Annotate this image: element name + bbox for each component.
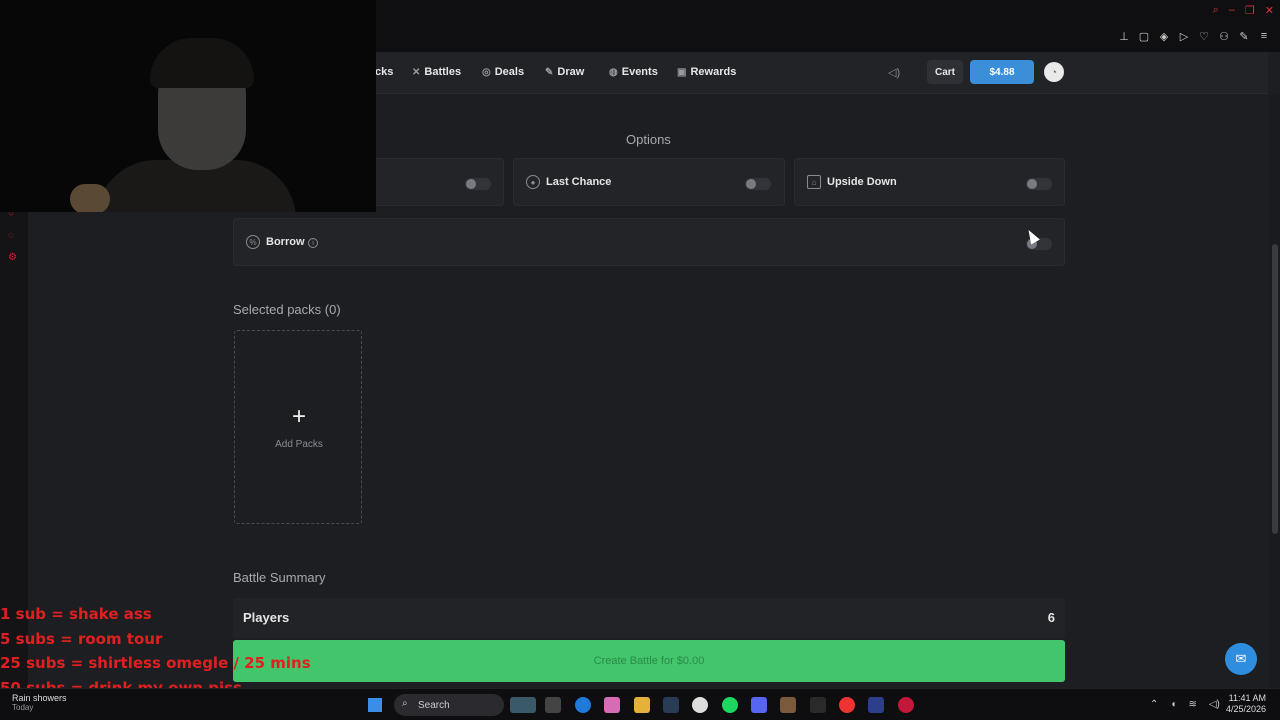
chrome-icon[interactable] (839, 697, 855, 713)
option-card-upside-down: ⌂ Upside Down (794, 158, 1065, 206)
info-icon[interactable]: i (308, 238, 318, 248)
option-card-borrow: % Borrow i (233, 218, 1065, 266)
opera-gx-icon[interactable] (898, 697, 914, 713)
shield-icon[interactable]: ◈ (1158, 30, 1170, 43)
sidebar-settings-icon[interactable]: ⚙ (8, 252, 20, 264)
players-row: Players 6 (233, 598, 1065, 638)
option-label: Upside Down (827, 176, 897, 188)
system-tray: ⌃ ◖ ≋ ◁) (1150, 699, 1220, 710)
play-icon[interactable]: ▷ (1178, 30, 1190, 43)
heart-icon[interactable]: ♡ (1198, 30, 1210, 43)
support-chat-button[interactable]: ✉ (1225, 643, 1257, 675)
search-icon: ⌕ (402, 698, 408, 709)
webcam-shoulder (70, 184, 110, 212)
pin-icon[interactable]: ⊥ (1118, 30, 1130, 43)
upside-down-icon: ⌂ (807, 175, 821, 189)
clock-date: 4/25/2026 (1225, 704, 1266, 714)
taskbar-app-icon[interactable] (510, 697, 536, 713)
profile-icon[interactable]: ⚇ (1218, 30, 1230, 43)
window-controls: ⌕ – ❐ ✕ (1213, 4, 1274, 17)
players-value: 6 (1047, 610, 1055, 625)
last-chance-toggle[interactable] (745, 178, 771, 190)
steam-icon[interactable] (663, 697, 679, 713)
nav-item-label: Events (621, 66, 658, 78)
ai-icon[interactable]: ✎ (1238, 30, 1250, 43)
sub-goal-line: 25 subs = shirtless omegle / 25 mins (0, 654, 311, 672)
gift-icon: ▣ (677, 66, 687, 78)
selected-packs-title: Selected packs (0) (233, 302, 341, 317)
option-label: Last Chance (546, 176, 612, 188)
weather-sub: Today (12, 703, 34, 712)
scrollbar[interactable] (1270, 94, 1280, 688)
taskbar-app-icon[interactable] (810, 697, 826, 713)
create-battle-button[interactable]: Create Battle for $0.00 (233, 640, 1065, 682)
webcam-hair (150, 38, 254, 88)
nav-item-label: Battles (424, 66, 462, 78)
cart-button[interactable]: Cart (927, 60, 963, 84)
sound-icon[interactable]: ◁) (888, 66, 900, 79)
option-card-last-chance: ● Last Chance (513, 158, 785, 206)
clock[interactable]: 11:41 AM 4/25/2026 (1226, 693, 1266, 715)
draw-icon: ✎ (545, 66, 554, 78)
upside-down-toggle[interactable] (1026, 178, 1052, 190)
nav-item-draw[interactable]: ✎ Draw (545, 66, 584, 78)
sub-goal-line: 1 sub = shake ass (0, 605, 152, 623)
taskbar-search[interactable]: ⌕ Search (394, 694, 504, 716)
weather-label: Rain showers (12, 693, 67, 703)
options-title: Options (626, 132, 671, 147)
file-explorer-icon[interactable] (634, 697, 650, 713)
microphone-icon[interactable]: ◖ (1170, 699, 1176, 710)
nav-item-label: Draw (557, 66, 585, 78)
target-icon: ● (526, 175, 540, 189)
nav-item-rewards[interactable]: ▣ Rewards (677, 66, 736, 78)
copilot-icon[interactable] (604, 697, 620, 713)
search-icon[interactable]: ⌕ (1213, 4, 1219, 17)
edge-icon[interactable] (575, 697, 591, 713)
wifi-icon[interactable]: ≋ (1188, 699, 1196, 710)
volume-icon[interactable]: ◁) (1209, 699, 1220, 710)
nav-item-events[interactable]: ◍ Events (609, 66, 658, 78)
weather-widget[interactable]: Rain showers Today (12, 693, 67, 712)
search-label: Search (418, 699, 450, 711)
add-packs-button[interactable]: + Add Packs (234, 330, 362, 524)
option-label: Borrow (266, 236, 305, 248)
scroll-thumb[interactable] (1272, 244, 1278, 534)
sub-goals-overlay: 1 sub = shake ass 5 subs = room tour 25 … (0, 602, 311, 700)
close-icon[interactable]: ✕ (1265, 4, 1274, 17)
discord-icon[interactable] (751, 697, 767, 713)
battle-summary-title: Battle Summary (233, 570, 326, 585)
nav-item-battles[interactable]: ✕ Battles (412, 66, 461, 78)
coin-icon: ◎ (482, 66, 491, 78)
obs-icon[interactable] (692, 697, 708, 713)
option-toggle[interactable] (465, 178, 491, 190)
swords-icon: ✕ (412, 66, 421, 78)
minimize-icon[interactable]: – (1229, 4, 1235, 17)
nav-item-label: Rewards (690, 66, 737, 78)
add-packs-label: Add Packs (275, 439, 323, 450)
events-icon: ◍ (609, 66, 618, 78)
sub-goal-line: 5 subs = room tour (0, 629, 163, 648)
webcam-overlay (0, 0, 376, 212)
taskbar-app-icon[interactable] (868, 697, 884, 713)
clock-time: 11:41 AM (1228, 693, 1266, 703)
plus-icon: + (291, 403, 306, 430)
balance-button[interactable]: $4.88 (970, 60, 1034, 84)
restore-icon[interactable]: ❐ (1245, 4, 1255, 17)
taskbar: Rain showers Today ⌕ Search ⌃ ◖ ≋ ◁) 11:… (0, 688, 1280, 720)
windows-start-icon[interactable] (368, 698, 382, 712)
browser-extension-icons: ⊥ ▢ ◈ ▷ ♡ ⚇ ✎ ≡ (1118, 30, 1270, 43)
percent-icon: % (246, 235, 260, 249)
chevron-up-icon[interactable]: ⌃ (1150, 699, 1158, 710)
nav-item-deals[interactable]: ◎ Deals (482, 66, 524, 78)
nav-item-label: Deals (494, 66, 525, 78)
avatar[interactable]: ◔ (1044, 62, 1064, 82)
capture-icon[interactable]: ▢ (1138, 30, 1150, 43)
sidebar-chat-icon[interactable]: ◌ (8, 230, 20, 242)
menu-icon[interactable]: ≡ (1258, 30, 1270, 42)
nav-item-packs[interactable]: cks (375, 66, 393, 78)
minecraft-icon[interactable] (780, 697, 796, 713)
taskbar-app-icon[interactable] (545, 697, 561, 713)
spotify-icon[interactable] (722, 697, 738, 713)
